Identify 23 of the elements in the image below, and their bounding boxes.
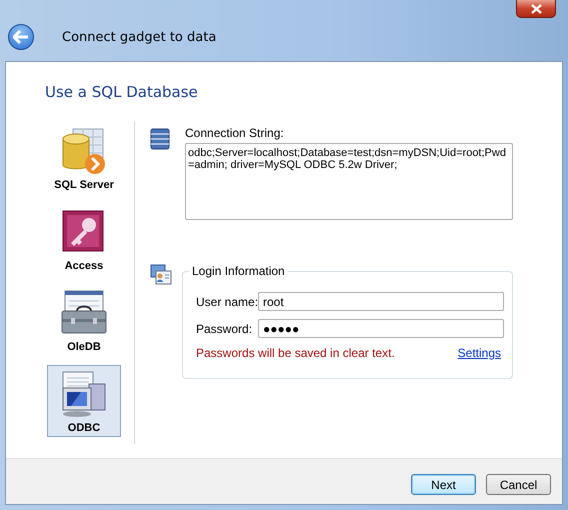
warning-text: Passwords will be saved in clear text.: [196, 346, 395, 360]
page-heading: Use a SQL Database: [44, 82, 199, 103]
back-button[interactable]: [8, 24, 34, 50]
source-item[interactable]: SQL Server: [47, 122, 121, 194]
database-stack-icon: [150, 128, 170, 150]
user-card-icon: [150, 264, 172, 286]
connection-string-field[interactable]: odbc;Server=localhost;Database=test;dsn=myDSN;Uid=root;Pwd=admin; driver=MySQL ODBC 5.2w Driver;: [185, 143, 513, 220]
source-item[interactable]: ODBC: [47, 365, 121, 437]
input-field[interactable]: root: [258, 292, 504, 311]
source-item[interactable]: OleDB: [47, 284, 121, 356]
settings-link[interactable]: Settings: [458, 346, 501, 360]
group-legend: Login Information: [189, 264, 288, 278]
dialog-button[interactable]: Next: [411, 474, 476, 495]
close-icon: [530, 4, 542, 14]
source-item[interactable]: Access: [47, 203, 121, 275]
field-label: Connection String:: [185, 126, 285, 140]
field-label: Password:: [196, 322, 254, 336]
close-button[interactable]: [516, 0, 556, 18]
field-label: User name:: [196, 294, 258, 308]
window-title: Connect gadget to data: [62, 30, 216, 44]
back-arrow-icon: [13, 30, 29, 44]
dialog-button[interactable]: Cancel: [486, 474, 551, 495]
input-field[interactable]: ●●●●●: [258, 319, 504, 338]
